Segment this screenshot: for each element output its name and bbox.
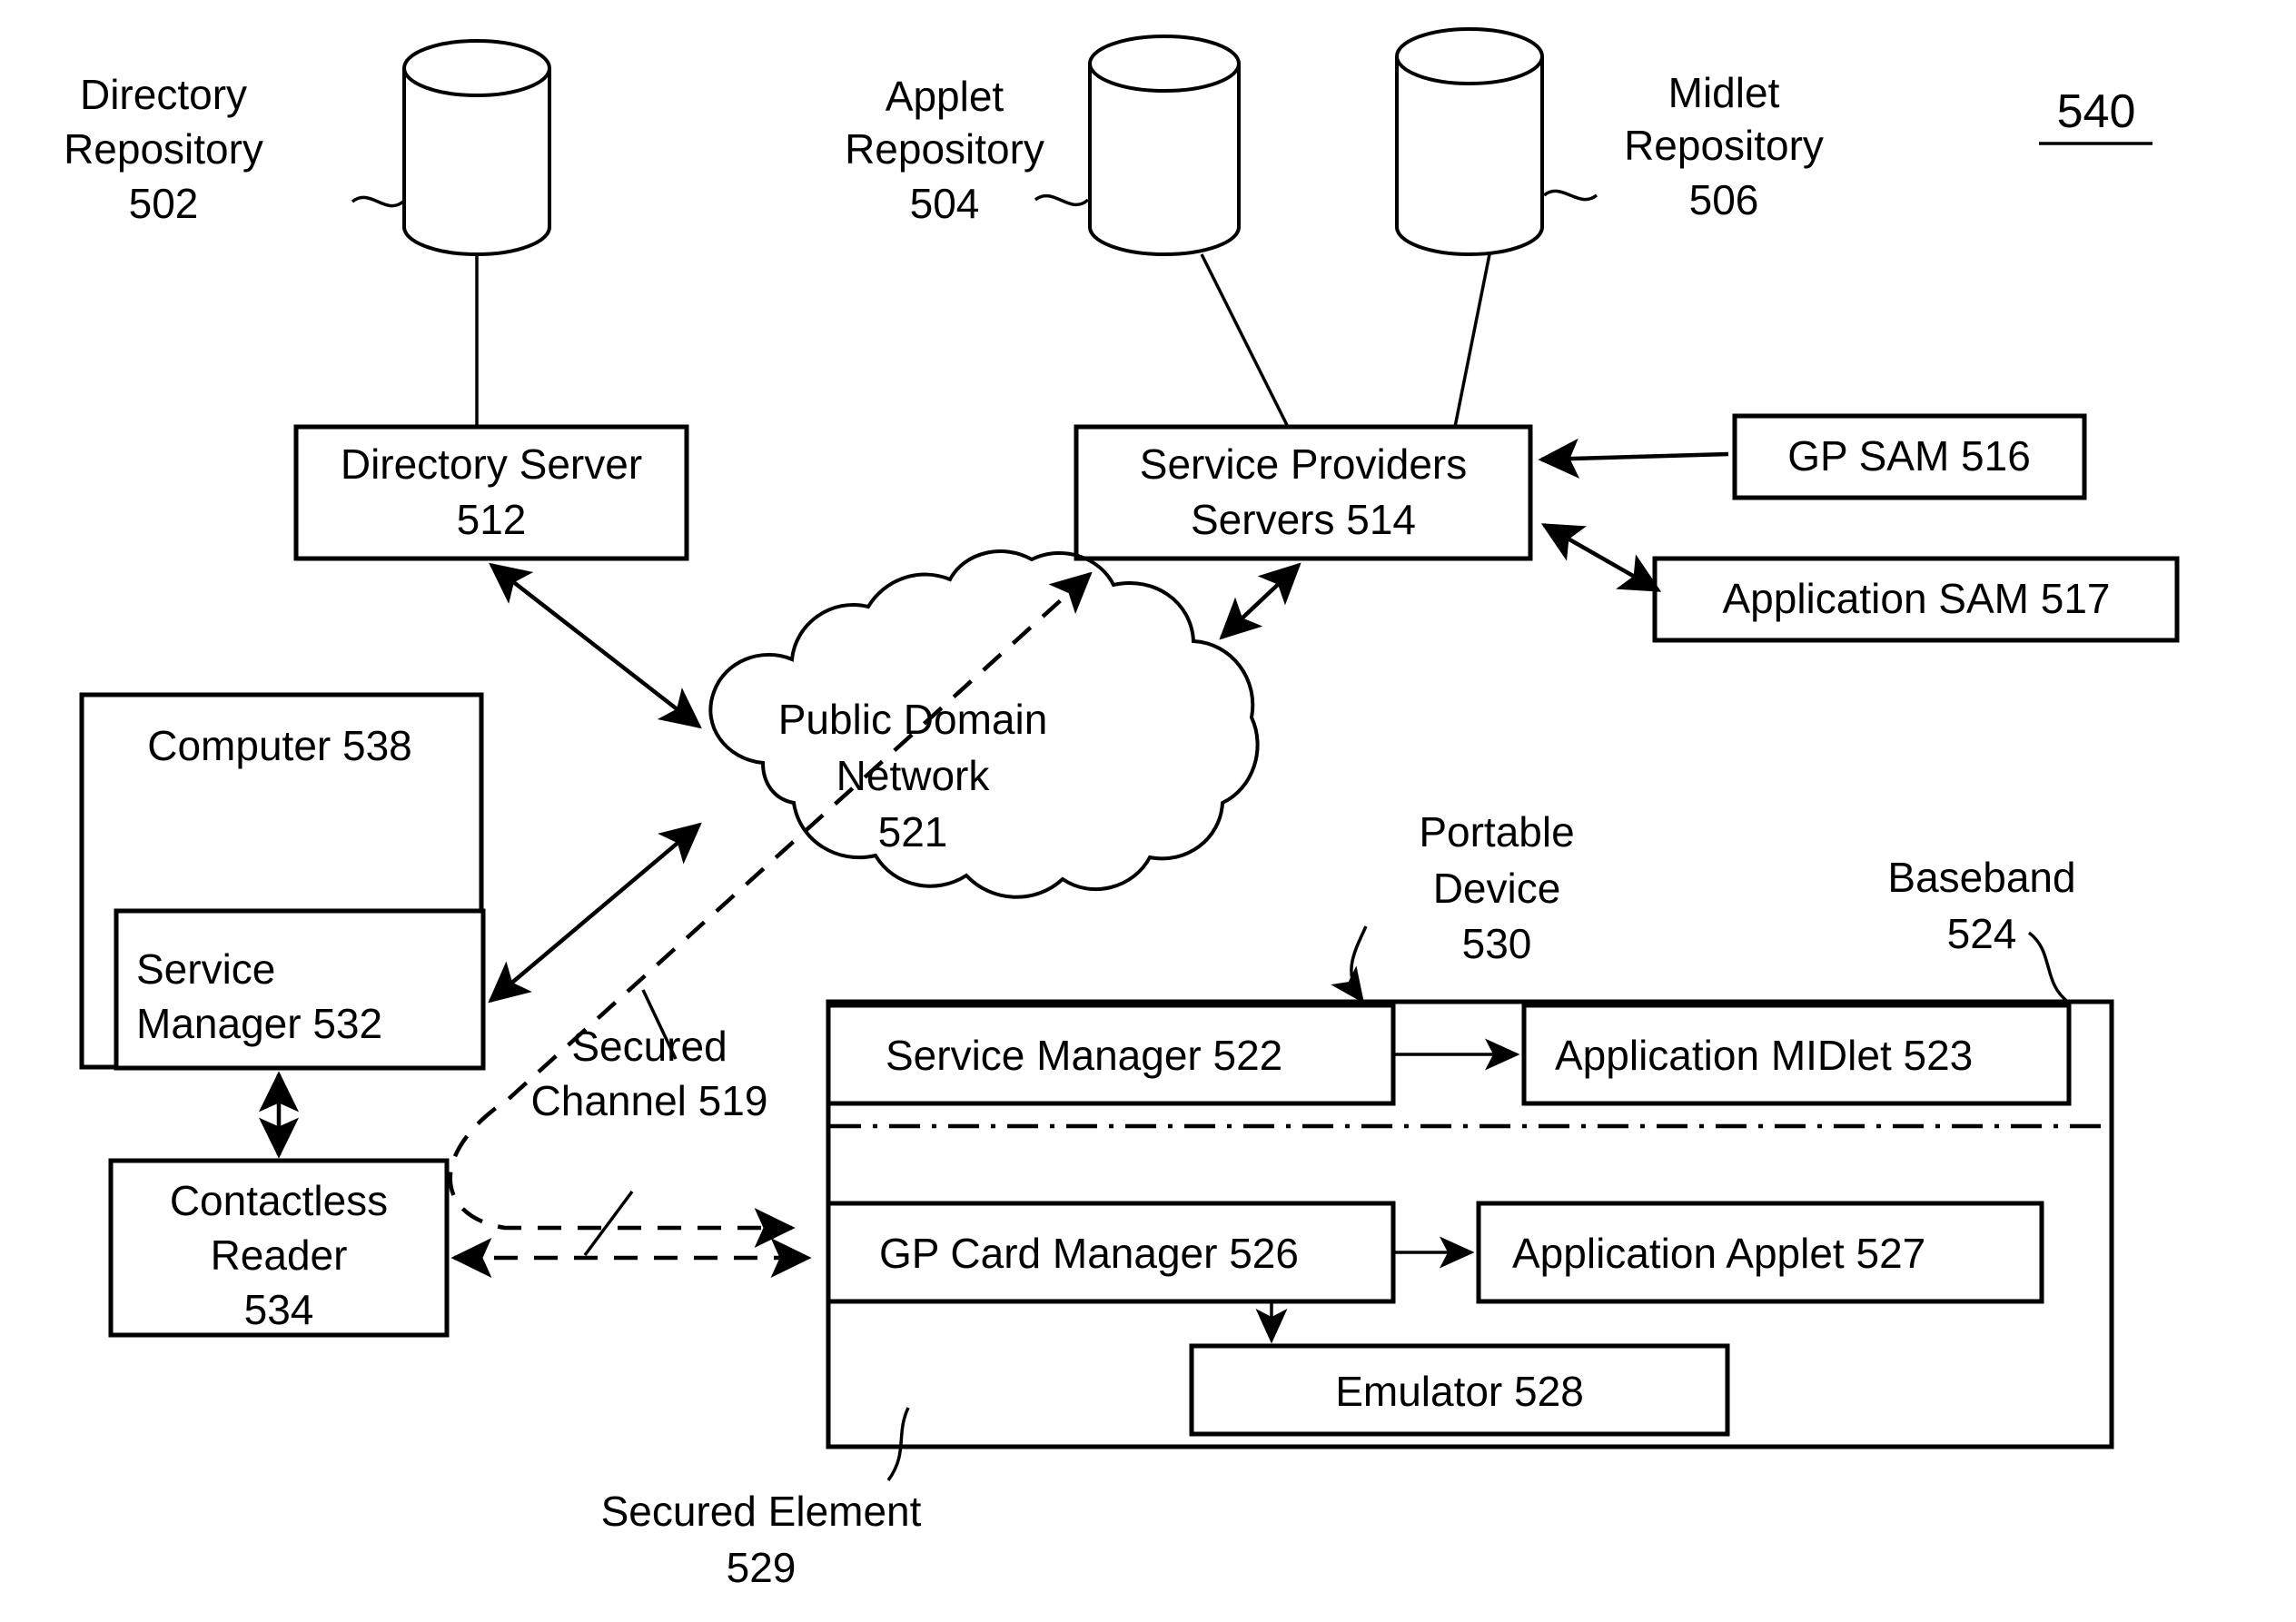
applet-repository-label-line2: Repository [845, 125, 1044, 173]
network-label-line3: 521 [878, 808, 948, 856]
baseband-callout-line1: Baseband [1887, 854, 2075, 901]
figure-number: 540 [2057, 85, 2136, 138]
line-applet-repo-to-sp [1200, 253, 1290, 428]
computer-538-label: Computer 538 [147, 722, 412, 769]
midlet-repository-cylinder-icon [1395, 27, 1544, 256]
service-providers-label-line2: Servers 514 [1191, 496, 1416, 543]
applet-repository-ref: 504 [910, 180, 980, 227]
network-label-line1: Public Domain [778, 696, 1048, 743]
directory-server-label-line1: Directory Server [341, 440, 642, 488]
applet-repository-cylinder-icon [1088, 35, 1241, 256]
contactless-reader-label-line2: Reader [211, 1231, 348, 1279]
secured-element-callout-line2: 529 [727, 1544, 797, 1591]
contactless-reader-label-line3: 534 [244, 1286, 314, 1333]
arrow-sp-to-application-sam [1540, 523, 1662, 592]
portable-device-callout-line2: Device [1433, 865, 1561, 912]
secured-channel-label-line2: Channel 519 [531, 1077, 768, 1124]
secured-element-callout-line1: Secured Element [601, 1488, 922, 1535]
baseband-callout-line2: 524 [1947, 910, 2017, 957]
application-applet-527-label: Application Applet 527 [1512, 1230, 1925, 1277]
portable-device-callout-leader [1331, 925, 1368, 1004]
application-midlet-523-label: Application MIDlet 523 [1555, 1032, 1973, 1079]
directory-repository-label-line1: Directory [80, 71, 247, 118]
midlet-repository-label-line2: Repository [1624, 122, 1824, 169]
gp-card-manager-526-label: GP Card Manager 526 [879, 1230, 1299, 1277]
portable-device-callout-line3: 530 [1462, 920, 1532, 967]
patent-figure-540: Directory Repository 502 Applet Reposito… [0, 0, 2296, 1622]
secured-channel-label-line1: Secured [571, 1023, 727, 1070]
midlet-repository-ref: 506 [1689, 176, 1759, 223]
arrow-service-manager-532-to-network [488, 822, 702, 1004]
portable-device-callout-line1: Portable [1419, 808, 1574, 856]
baseband-callout-leader [2027, 931, 2071, 1004]
application-sam-label: Application SAM 517 [1722, 575, 2110, 622]
secured-channel-leader-lower [583, 1190, 634, 1257]
directory-repository-label-line2: Repository [64, 125, 263, 173]
gp-sam-label: GP SAM 516 [1787, 432, 2031, 480]
directory-server-label-line2: 512 [457, 496, 527, 543]
contactless-reader-label-line1: Contactless [170, 1177, 388, 1224]
network-label-line2: Network [836, 752, 991, 799]
arrow-directory-server-to-network [489, 562, 702, 729]
figure-canvas: Directory Repository 502 Applet Reposito… [64, 27, 2180, 1591]
service-providers-label-line1: Service Providers [1140, 440, 1467, 488]
midlet-repository-label-line1: Midlet [1668, 69, 1780, 116]
arrow-gp-sam-to-sp [1538, 438, 1729, 479]
directory-repository-ref: 502 [129, 180, 199, 227]
service-manager-532-label-line2: Manager 532 [136, 1000, 382, 1047]
applet-repository-leader [1034, 193, 1090, 207]
arrow-network-to-service-providers [1219, 562, 1301, 640]
applet-repository-label-line1: Applet [886, 73, 1004, 120]
service-manager-522-label: Service Manager 522 [886, 1032, 1282, 1079]
service-manager-532-label-line1: Service [136, 945, 275, 993]
directory-repository-leader [351, 195, 405, 208]
midlet-repository-leader [1542, 189, 1598, 202]
emulator-528-label: Emulator 528 [1335, 1368, 1584, 1415]
line-midlet-repo-to-sp [1453, 253, 1491, 428]
directory-repository-cylinder-icon [402, 39, 551, 256]
